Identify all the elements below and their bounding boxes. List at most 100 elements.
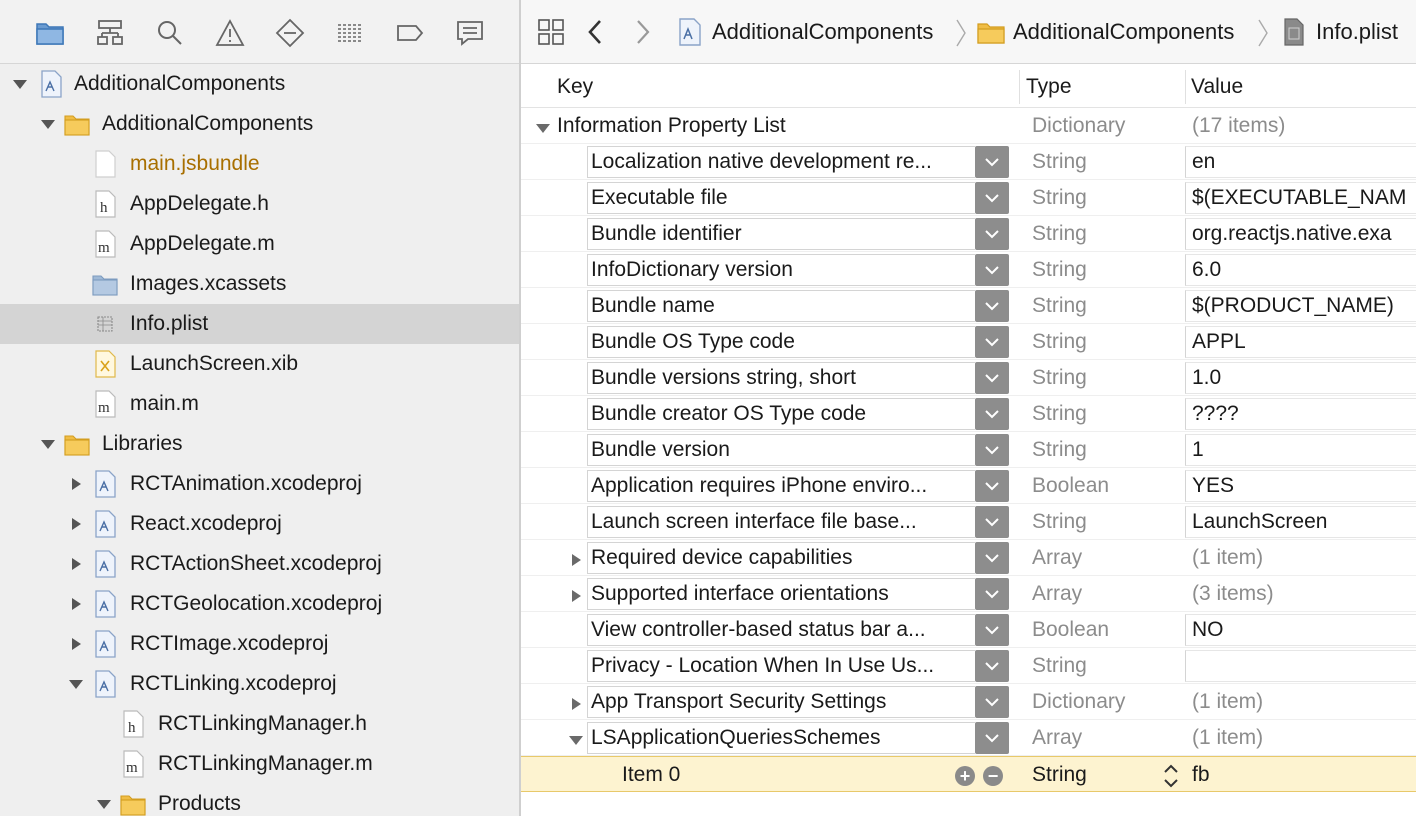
value-label[interactable]: YES xyxy=(1192,468,1234,504)
plist-row[interactable]: Application requires iPhone enviro... Boo… xyxy=(521,468,1416,504)
tree-item[interactable]: m RCTLinkingManager.m xyxy=(0,744,519,784)
disclosure-expanded-icon[interactable] xyxy=(38,434,58,454)
type-label[interactable]: String xyxy=(1032,360,1087,396)
chevron-down-icon[interactable] xyxy=(975,290,1009,322)
type-label[interactable]: Array xyxy=(1032,540,1082,576)
report-icon[interactable] xyxy=(453,16,487,50)
value-label[interactable]: $(PRODUCT_NAME) xyxy=(1192,288,1394,324)
type-label[interactable]: String xyxy=(1032,180,1087,216)
value-label[interactable]: 1.0 xyxy=(1192,360,1221,396)
breadcrumb-project[interactable]: AdditionalComponents xyxy=(676,14,933,50)
value-label[interactable]: 6.0 xyxy=(1192,252,1221,288)
disclosure-collapsed-icon[interactable] xyxy=(568,586,584,602)
tree-item[interactable]: m main.m xyxy=(0,384,519,424)
disclosure-expanded-icon[interactable] xyxy=(568,730,584,746)
plist-row[interactable]: Localization native development re... Str… xyxy=(521,144,1416,180)
type-label[interactable]: String xyxy=(1032,324,1087,360)
type-label[interactable]: String xyxy=(1032,504,1087,540)
tree-item[interactable]: AdditionalComponents xyxy=(0,104,519,144)
type-label[interactable]: Dictionary xyxy=(1032,684,1125,720)
plist-row[interactable]: Bundle identifier String org.reactjs.nativ… xyxy=(521,216,1416,252)
key-field[interactable]: Bundle version xyxy=(587,434,975,466)
plist-row[interactable]: LSApplicationQueriesSchemes Array (1 item) xyxy=(521,720,1416,756)
disclosure-collapsed-icon[interactable] xyxy=(66,594,86,614)
disclosure-expanded-icon[interactable] xyxy=(10,74,30,94)
plist-row[interactable]: App Transport Security Settings Dictionar… xyxy=(521,684,1416,720)
key-field[interactable]: InfoDictionary version xyxy=(587,254,975,286)
value-label[interactable]: LaunchScreen xyxy=(1192,504,1327,540)
plist-row[interactable]: Supported interface orientations Array (3 … xyxy=(521,576,1416,612)
tree-item[interactable]: RCTImage.xcodeproj xyxy=(0,624,519,664)
key-field[interactable]: Privacy - Location When In Use Us... xyxy=(587,650,975,682)
key-field[interactable]: Localization native development re... xyxy=(587,146,975,178)
disclosure-collapsed-icon[interactable] xyxy=(66,474,86,494)
disclosure-collapsed-icon[interactable] xyxy=(568,550,584,566)
value-field[interactable]: fb xyxy=(1192,757,1210,793)
key-field[interactable]: Supported interface orientations xyxy=(587,578,975,610)
plist-row[interactable]: View controller-based status bar a... Boo… xyxy=(521,612,1416,648)
chevron-down-icon[interactable] xyxy=(975,182,1009,214)
value-label[interactable]: en xyxy=(1192,144,1215,180)
key-field[interactable]: LSApplicationQueriesSchemes xyxy=(587,722,975,754)
chevron-down-icon[interactable] xyxy=(975,218,1009,250)
type-label[interactable]: Array xyxy=(1032,576,1082,612)
key-field[interactable]: Required device capabilities xyxy=(587,542,975,574)
tree-item[interactable]: m AppDelegate.m xyxy=(0,224,519,264)
breadcrumb-file[interactable]: Info.plist xyxy=(1280,14,1398,50)
plist-row-selected[interactable]: Item 0 + − String fb xyxy=(521,756,1416,792)
tree-item[interactable]: Images.xcassets xyxy=(0,264,519,304)
back-button[interactable] xyxy=(578,14,614,50)
plist-row[interactable]: Bundle version String 1 xyxy=(521,432,1416,468)
plist-row[interactable]: Required device capabilities Array (1 item… xyxy=(521,540,1416,576)
type-label[interactable]: String xyxy=(1032,252,1087,288)
hierarchy-icon[interactable] xyxy=(93,16,127,50)
tree-item[interactable]: Libraries xyxy=(0,424,519,464)
value-label[interactable]: ???? xyxy=(1192,396,1239,432)
key-label[interactable]: Item 0 xyxy=(622,757,680,793)
type-label[interactable]: String xyxy=(1032,144,1087,180)
chevron-down-icon[interactable] xyxy=(975,578,1009,610)
chevron-down-icon[interactable] xyxy=(975,542,1009,574)
plist-row[interactable]: Executable file String $(EXECUTABLE_NAM xyxy=(521,180,1416,216)
key-field[interactable]: Bundle creator OS Type code xyxy=(587,398,975,430)
key-field[interactable]: Bundle identifier xyxy=(587,218,975,250)
tree-item[interactable]: h AppDelegate.h xyxy=(0,184,519,224)
tree-item[interactable]: Info.plist xyxy=(0,304,519,344)
key-field[interactable]: Launch screen interface file base... xyxy=(587,506,975,538)
disclosure-collapsed-icon[interactable] xyxy=(66,514,86,534)
type-label[interactable]: String xyxy=(1032,757,1087,793)
key-field[interactable]: App Transport Security Settings xyxy=(587,686,975,718)
chevron-down-icon[interactable] xyxy=(975,254,1009,286)
plist-row[interactable]: Bundle name String $(PRODUCT_NAME) xyxy=(521,288,1416,324)
test-icon[interactable] xyxy=(273,16,307,50)
plist-row[interactable]: Bundle OS Type code String APPL xyxy=(521,324,1416,360)
breadcrumb-group[interactable]: AdditionalComponents xyxy=(977,14,1234,50)
chevron-down-icon[interactable] xyxy=(975,398,1009,430)
tree-item[interactable]: LaunchScreen.xib xyxy=(0,344,519,384)
plist-row[interactable]: Information Property List Dictionary (17 i… xyxy=(521,108,1416,144)
plist-row[interactable]: Privacy - Location When In Use Us... Stri… xyxy=(521,648,1416,684)
type-label[interactable]: String xyxy=(1032,648,1087,684)
tree-item[interactable]: Products xyxy=(0,784,519,816)
type-label[interactable]: Boolean xyxy=(1032,468,1109,504)
plist-row[interactable]: Bundle versions string, short String 1.0 xyxy=(521,360,1416,396)
column-header-type[interactable]: Type xyxy=(1026,66,1072,108)
value-label[interactable]: $(EXECUTABLE_NAM xyxy=(1192,180,1406,216)
column-separator[interactable] xyxy=(1185,70,1186,104)
tree-item[interactable]: RCTActionSheet.xcodeproj xyxy=(0,544,519,584)
column-header-key[interactable]: Key xyxy=(557,66,593,108)
breakpoint-icon[interactable] xyxy=(393,16,427,50)
chevron-down-icon[interactable] xyxy=(975,506,1009,538)
type-label[interactable]: Array xyxy=(1032,720,1082,756)
tree-item[interactable]: RCTLinking.xcodeproj xyxy=(0,664,519,704)
stepper-icon[interactable] xyxy=(1161,761,1181,791)
disclosure-expanded-icon[interactable] xyxy=(94,794,114,814)
key-field[interactable]: Bundle name xyxy=(587,290,975,322)
chevron-down-icon[interactable] xyxy=(975,470,1009,502)
value-label[interactable]: NO xyxy=(1192,612,1224,648)
chevron-down-icon[interactable] xyxy=(975,686,1009,718)
plist-row[interactable]: InfoDictionary version String 6.0 xyxy=(521,252,1416,288)
tree-item[interactable]: React.xcodeproj xyxy=(0,504,519,544)
column-separator[interactable] xyxy=(1019,70,1020,104)
disclosure-expanded-icon[interactable] xyxy=(535,118,551,134)
